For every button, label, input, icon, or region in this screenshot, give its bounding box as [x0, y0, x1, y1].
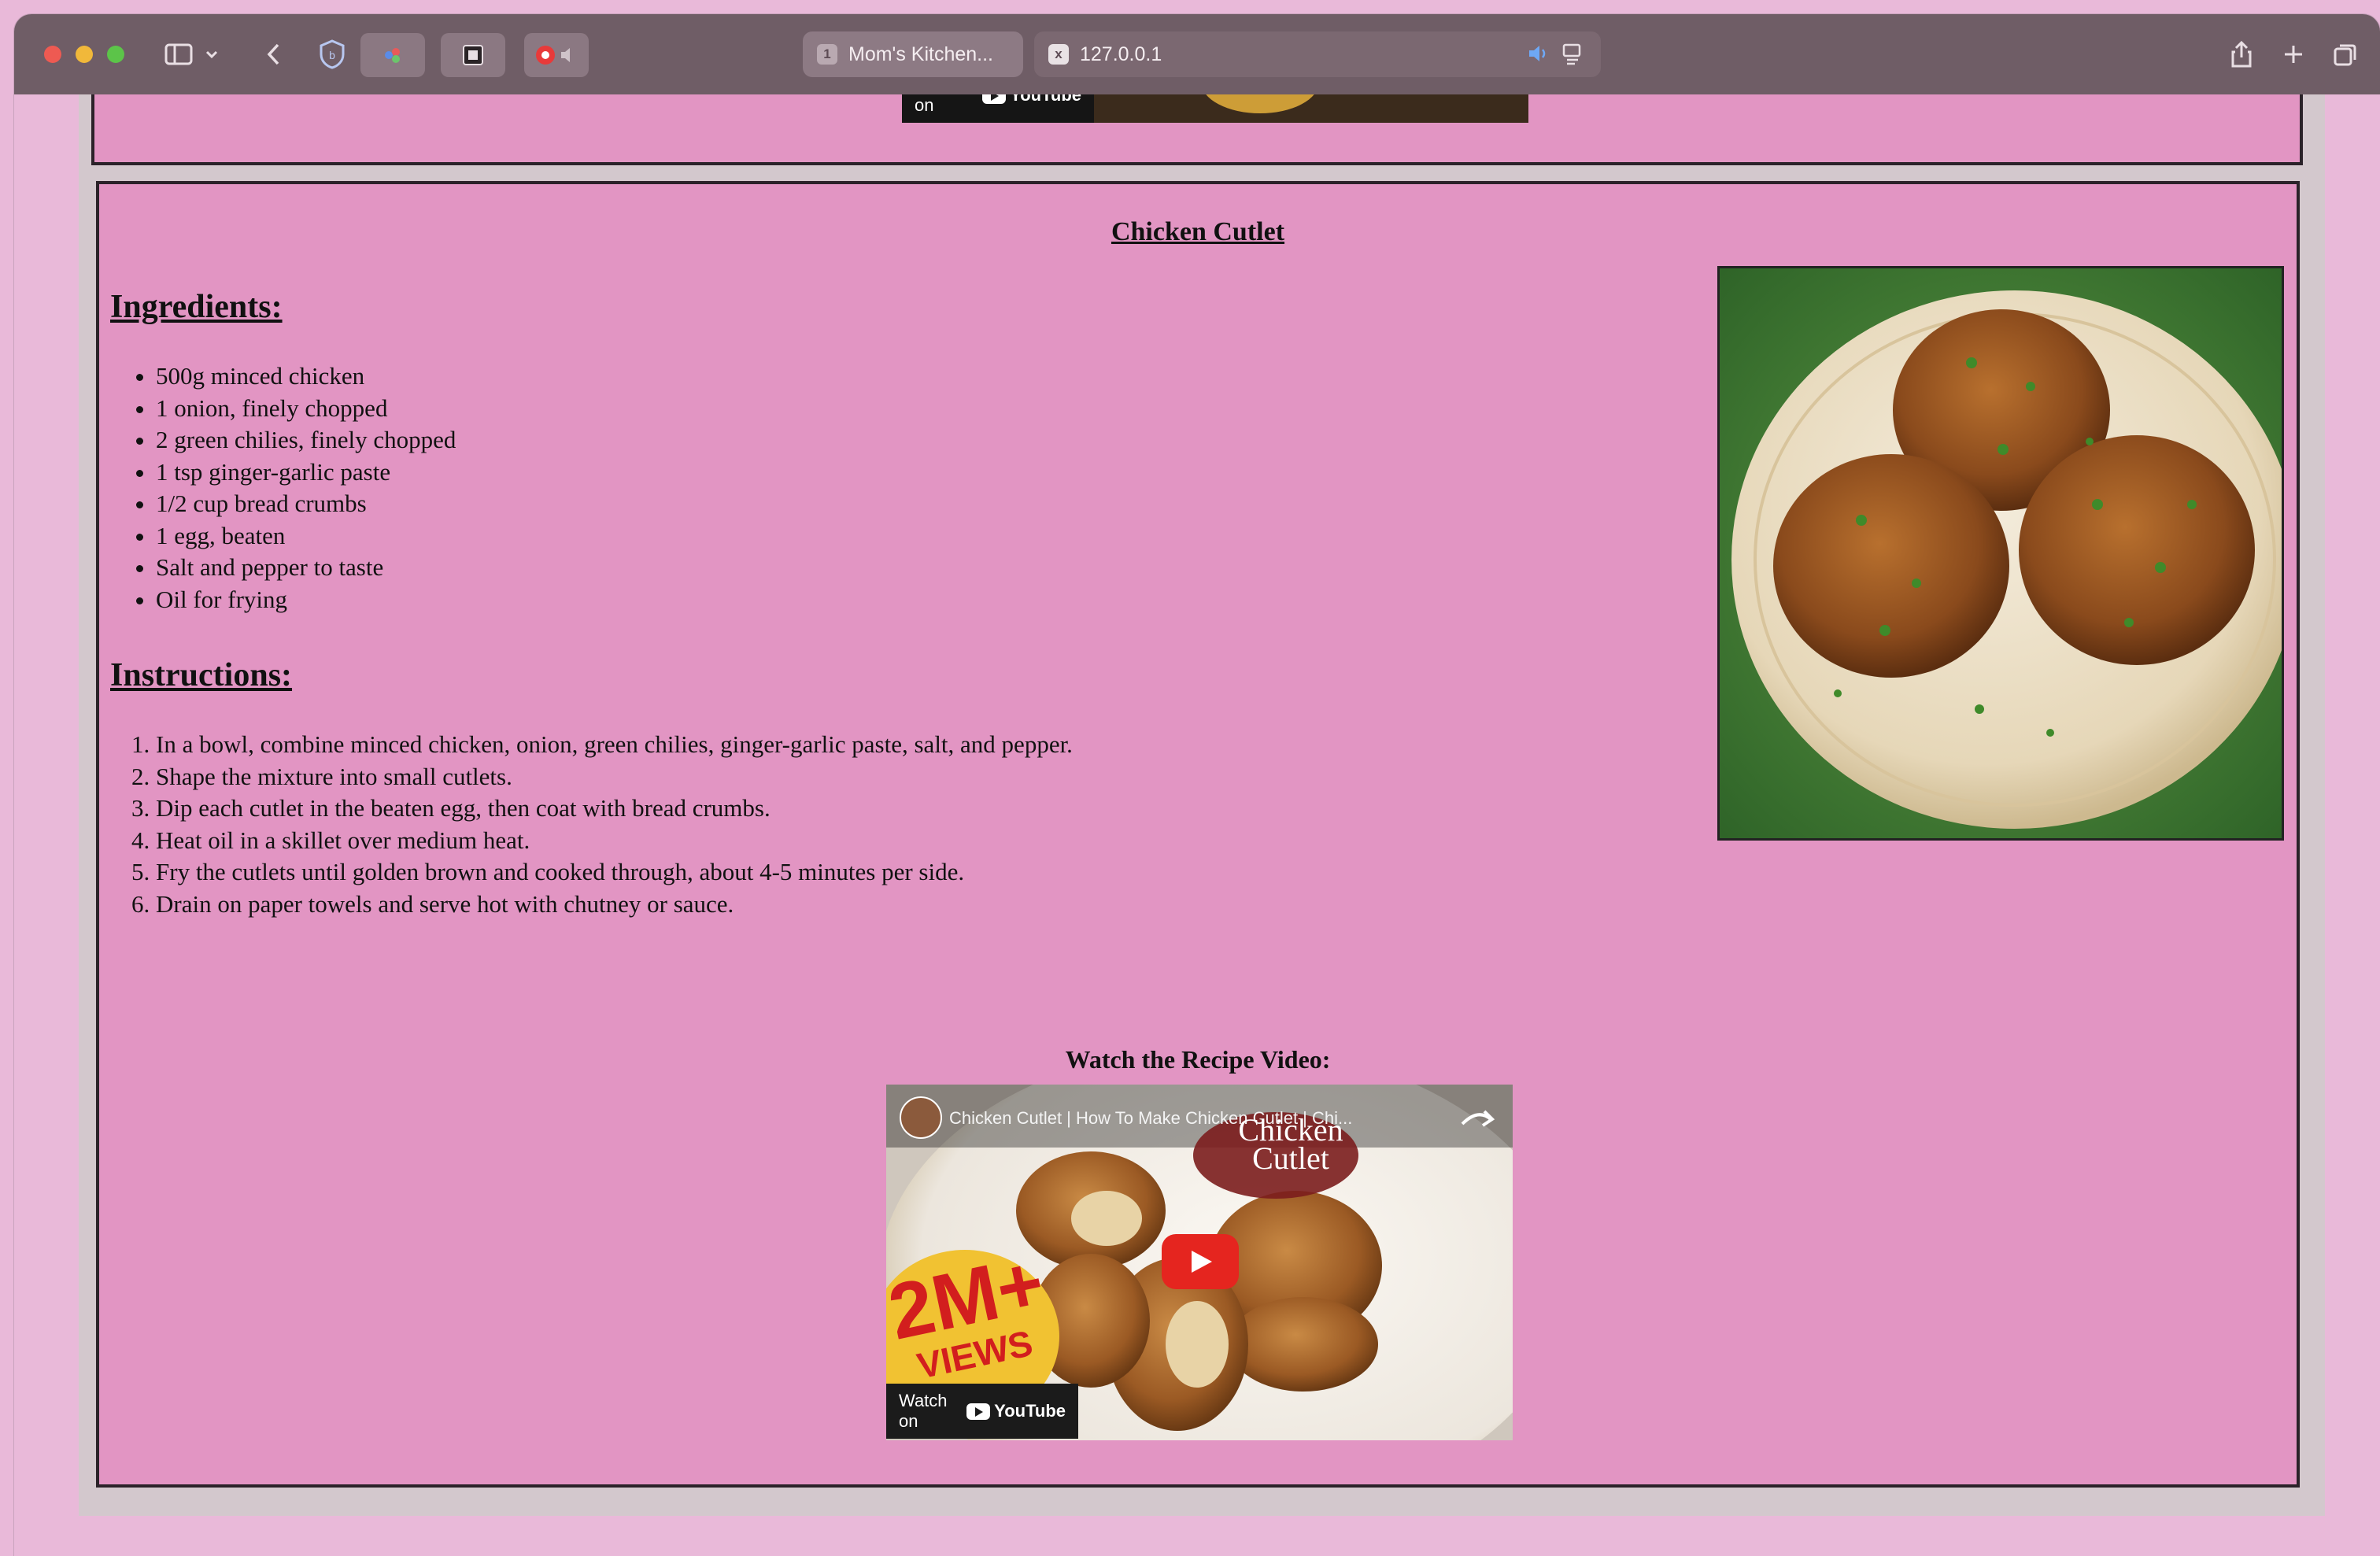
- watch-on-label: Watch on: [899, 1391, 948, 1431]
- recipe-card: Chicken Cutlet Ingredients: 500g minced …: [96, 181, 2300, 1488]
- extension-button[interactable]: [360, 33, 425, 77]
- ingredients-list: 500g minced chicken 1 onion, finely chop…: [110, 360, 456, 615]
- zoom-window-button[interactable]: [107, 46, 124, 63]
- tab-moms-kitchen[interactable]: 1 Mom's Kitchen...: [803, 31, 1023, 77]
- page-viewport[interactable]: Watch on YouTube Chicken Cutlet Ingredie…: [14, 94, 2380, 1556]
- watch-on-youtube-button[interactable]: Watch on YouTube: [902, 94, 1094, 123]
- youtube-logo-icon: YouTube: [966, 1401, 1066, 1421]
- instruction-step: Shape the mixture into small cutlets.: [156, 761, 1073, 793]
- ingredient-item: 2 green chilies, finely chopped: [156, 424, 456, 456]
- tab-label: 127.0.0.1: [1080, 43, 1162, 65]
- video-overlay-title: Chicken Cutlet: [1238, 1112, 1343, 1176]
- instructions-heading: Instructions:: [110, 657, 293, 693]
- instruction-step: Fry the cutlets until golden brown and c…: [156, 856, 1073, 889]
- previous-video-embed[interactable]: Watch on YouTube: [902, 94, 1528, 123]
- watch-on-youtube-button[interactable]: Watch on YouTube: [886, 1384, 1078, 1439]
- ingredient-item: 1 tsp ginger-garlic paste: [156, 456, 456, 489]
- watch-on-label: Watch on: [915, 95, 934, 115]
- recipe-photo: [1717, 266, 2284, 841]
- video-thumbnail: [1201, 94, 1319, 113]
- reader-extension-button[interactable]: [441, 33, 505, 77]
- tab-localhost[interactable]: x 127.0.0.1: [1034, 31, 1601, 77]
- browser-window: b 1 Mom's Kitchen... x 127.0.0.1 on YouT…: [14, 14, 2380, 1556]
- tab-label: Mom's Kitchen...: [848, 43, 993, 65]
- ingredient-item: Oil for frying: [156, 584, 456, 616]
- instruction-step: Drain on paper towels and serve hot with…: [156, 889, 1073, 921]
- ingredient-item: 1 onion, finely chopped: [156, 393, 456, 425]
- play-button[interactable]: [1162, 1234, 1239, 1289]
- reader-icon[interactable]: [1561, 43, 1584, 72]
- ingredients-heading: Ingredients:: [110, 289, 283, 325]
- shield-icon[interactable]: b: [315, 38, 349, 71]
- instructions-list: In a bowl, combine minced chicken, onion…: [110, 729, 1073, 920]
- close-window-button[interactable]: [44, 46, 61, 63]
- chevron-down-icon[interactable]: [200, 38, 224, 71]
- tab-overview-icon[interactable]: [2330, 38, 2361, 71]
- svg-text:b: b: [329, 49, 335, 61]
- back-icon[interactable]: [258, 38, 290, 71]
- ingredient-item: 1 egg, beaten: [156, 520, 456, 553]
- recording-extension-button[interactable]: [524, 33, 589, 77]
- recipe-video-embed[interactable]: Chicken Cutlet | How To Make Chicken Cut…: [886, 1085, 1513, 1440]
- youtube-logo-icon: YouTube: [982, 94, 1081, 105]
- new-tab-icon[interactable]: [2278, 38, 2309, 71]
- recipe-title: Chicken Cutlet: [1111, 217, 1285, 246]
- tab-favicon: 1: [817, 44, 837, 65]
- tab-favicon: x: [1048, 44, 1069, 65]
- ingredient-item: 1/2 cup bread crumbs: [156, 488, 456, 520]
- share-icon[interactable]: [2226, 38, 2257, 71]
- minimize-window-button[interactable]: [76, 46, 93, 63]
- browser-toolbar: b 1 Mom's Kitchen... x 127.0.0.1: [14, 14, 2380, 94]
- ingredient-item: 500g minced chicken: [156, 360, 456, 393]
- video-section-label: Watch the Recipe Video:: [1065, 1045, 1331, 1074]
- ingredient-item: Salt and pepper to taste: [156, 552, 456, 584]
- previous-recipe-box: Watch on YouTube: [91, 94, 2303, 165]
- instruction-step: Dip each cutlet in the beaten egg, then …: [156, 793, 1073, 825]
- speaker-icon[interactable]: [1527, 43, 1550, 70]
- sidebar-toggle-icon[interactable]: [161, 38, 197, 71]
- instruction-step: In a bowl, combine minced chicken, onion…: [156, 729, 1073, 761]
- instruction-step: Heat oil in a skillet over medium heat.: [156, 825, 1073, 857]
